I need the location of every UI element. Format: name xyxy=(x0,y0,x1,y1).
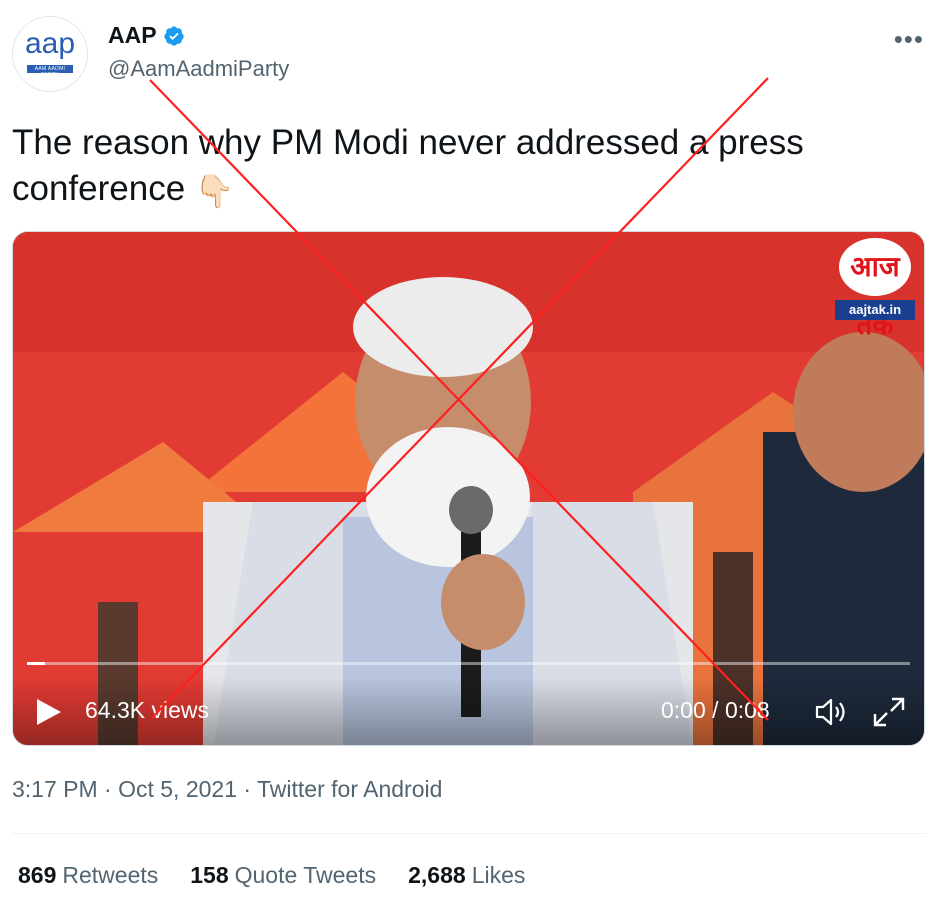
view-count: 64.3K views xyxy=(85,697,210,723)
engagement-stats: 869 Retweets 158 Quote Tweets 2,688 Likes xyxy=(18,862,525,889)
channel-logo: आज तक aajtak.in xyxy=(835,238,915,341)
author-name-row[interactable]: AAP xyxy=(108,22,185,49)
likes-count: 2,688 xyxy=(408,862,466,888)
quote-tweets-stat[interactable]: 158 Quote Tweets xyxy=(190,862,376,889)
more-options-icon[interactable]: ••• xyxy=(894,24,924,55)
video-time: 0:00 / 0:08 xyxy=(661,697,770,724)
channel-url: aajtak.in xyxy=(835,300,915,320)
video-frame xyxy=(13,232,924,745)
avatar-logo-text: aap xyxy=(24,27,76,60)
avatar-logo-subtext: AAM AADMI PARTY xyxy=(34,66,66,78)
video-progress-bar[interactable] xyxy=(27,662,910,665)
video-controls: 64.3K views 0:00 / 0:08 xyxy=(13,677,924,745)
fullscreen-icon[interactable] xyxy=(871,695,907,729)
quote-tweets-label: Quote Tweets xyxy=(234,862,377,888)
verified-badge-icon xyxy=(163,25,184,46)
quote-tweets-count: 158 xyxy=(190,862,229,888)
time-separator: / xyxy=(705,697,725,723)
tweet-body: The reason why PM Modi never addressed a… xyxy=(12,123,804,208)
current-time: 0:00 xyxy=(661,697,706,723)
duration: 0:08 xyxy=(724,697,770,723)
play-icon[interactable] xyxy=(35,697,63,727)
volume-icon[interactable] xyxy=(813,695,849,729)
tweet-meta: 3:17 PM · Oct 5, 2021 · Twitter for Andr… xyxy=(12,776,443,802)
pointing-down-emoji: 👇🏻 xyxy=(194,172,235,209)
likes-stat[interactable]: 2,688 Likes xyxy=(408,862,525,889)
video-player[interactable]: आज तक aajtak.in 64.3K views 0:00 / 0:08 xyxy=(12,231,925,746)
retweets-stat[interactable]: 869 Retweets xyxy=(18,862,158,889)
avatar[interactable]: aap AAM AADMI PARTY xyxy=(12,16,88,92)
channel-mark: आज तक xyxy=(839,238,911,341)
account-handle[interactable]: @AamAadmiParty xyxy=(108,56,289,82)
video-progress-fill xyxy=(27,662,45,665)
display-name[interactable]: AAP xyxy=(108,22,157,49)
likes-label: Likes xyxy=(471,862,526,888)
tweet-text: The reason why PM Modi never addressed a… xyxy=(12,120,912,214)
retweets-count: 869 xyxy=(18,862,57,888)
retweets-label: Retweets xyxy=(62,862,159,888)
divider xyxy=(12,833,926,834)
